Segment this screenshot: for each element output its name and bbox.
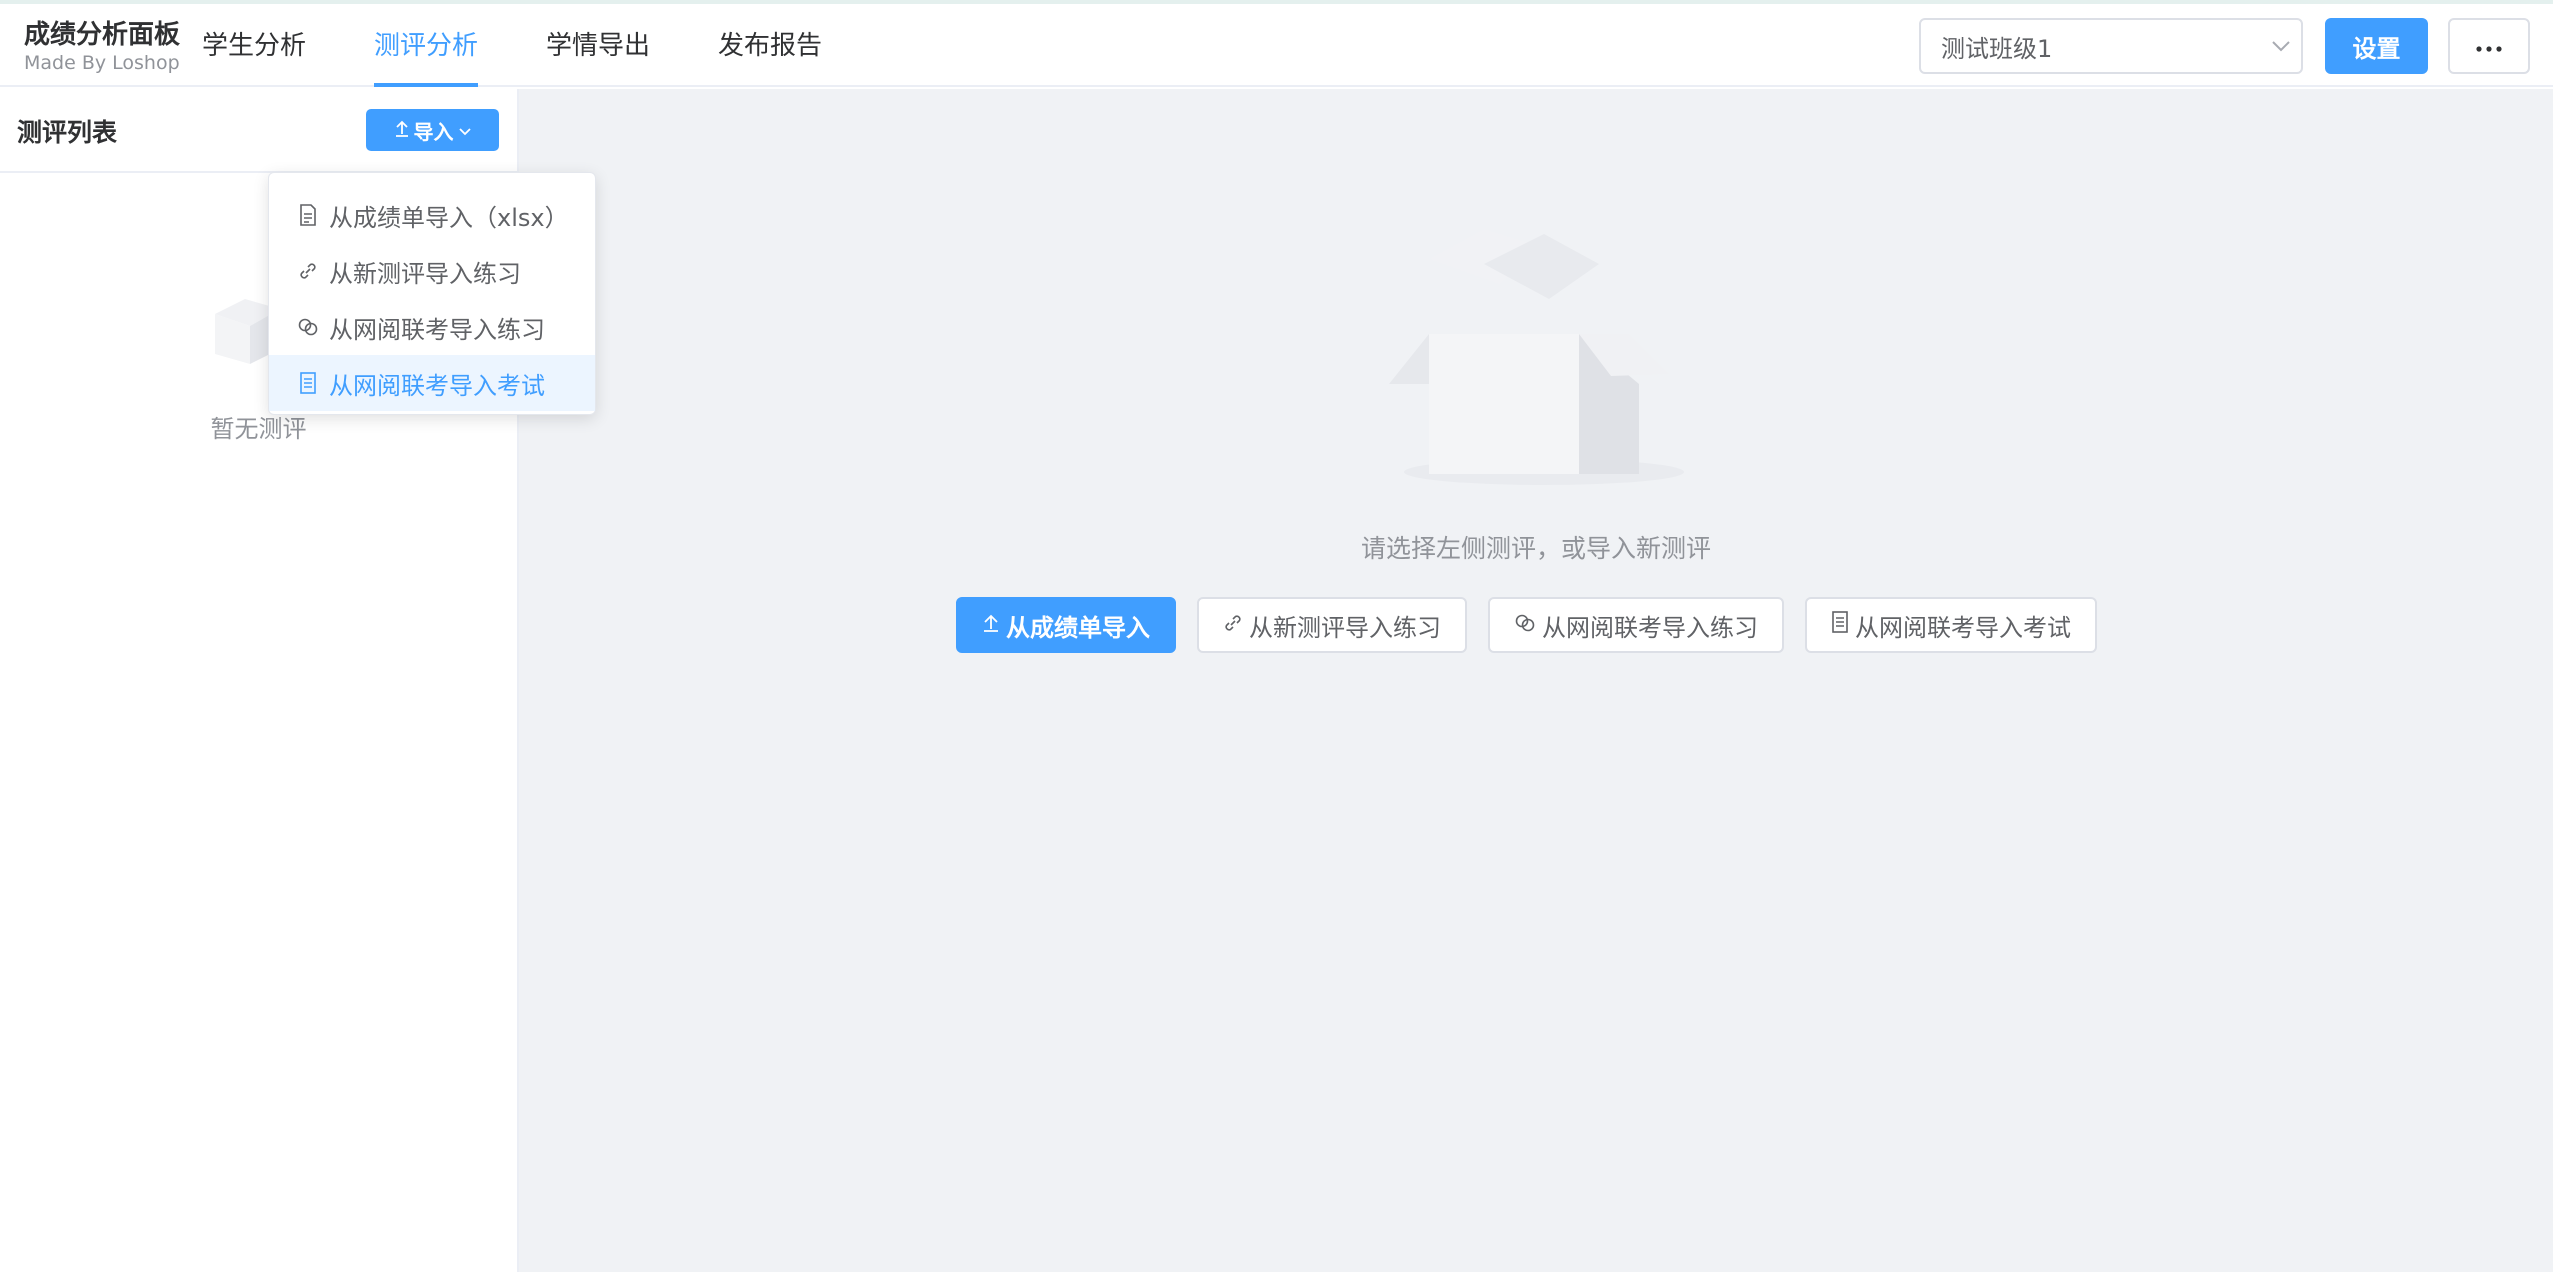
- link-icon: [1223, 611, 1243, 639]
- import-new-assessment-button[interactable]: 从新测评导入练习: [1197, 597, 1467, 653]
- import-button-label: 导入: [413, 119, 454, 144]
- brand-title: 成绩分析面板: [24, 20, 181, 50]
- action-label: 从成绩单导入: [1006, 613, 1150, 642]
- dropdown-item-import-xlsx[interactable]: 从成绩单导入（xlsx）: [269, 187, 595, 243]
- import-dropdown-button[interactable]: 导入: [366, 109, 499, 151]
- nav-tab-student-analysis[interactable]: 学生分析: [202, 4, 306, 87]
- import-joint-exam-button[interactable]: 从网阅联考导入考试: [1805, 597, 2097, 653]
- dropdown-item-import-joint-practice[interactable]: 从网阅联考导入练习: [269, 299, 595, 355]
- empty-box-illustration: [1389, 204, 1709, 494]
- class-select[interactable]: 测试班级1: [1919, 18, 2303, 74]
- dropdown-item-label: 从成绩单导入（xlsx）: [329, 203, 569, 232]
- brand: 成绩分析面板 Made By Loshop: [24, 18, 180, 74]
- action-label: 从新测评导入练习: [1249, 613, 1441, 642]
- import-dropdown-menu: 从成绩单导入（xlsx） 从新测评导入练习 从网阅联考导入练习 从网阅联考导入考…: [268, 172, 596, 415]
- action-label: 从网阅联考导入练习: [1542, 613, 1758, 642]
- more-dots-icon: [2476, 37, 2502, 56]
- dropdown-item-import-new-assessment[interactable]: 从新测评导入练习: [269, 243, 595, 299]
- nav-tab-assessment-analysis[interactable]: 测评分析: [374, 4, 479, 87]
- import-xlsx-button[interactable]: 从成绩单导入: [956, 597, 1176, 653]
- connection-icon: [1514, 611, 1536, 639]
- link-icon: [297, 260, 319, 282]
- upload-icon: [982, 611, 1000, 639]
- import-joint-practice-button[interactable]: 从网阅联考导入练习: [1488, 597, 1784, 653]
- document-icon: [297, 204, 319, 226]
- action-label: 从网阅联考导入考试: [1855, 613, 2071, 642]
- app-header: 成绩分析面板 Made By Loshop 学生分析 测评分析 学情导出 发布报…: [0, 4, 2553, 87]
- class-select-value: 测试班级1: [1941, 34, 2053, 63]
- more-button[interactable]: [2448, 18, 2530, 74]
- nav-tab-publish-report[interactable]: 发布报告: [718, 4, 822, 87]
- dropdown-item-label: 从网阅联考导入考试: [329, 371, 545, 400]
- dropdown-item-label: 从新测评导入练习: [329, 259, 521, 288]
- tickets-icon: [1831, 611, 1849, 639]
- chevron-down-icon: [458, 118, 472, 142]
- sidebar-title: 测评列表: [17, 118, 118, 147]
- import-actions: 从成绩单导入 从新测评导入练习 从网阅联考导入练习 从网阅联考导入考试: [956, 597, 2097, 653]
- sidebar-header: 测评列表 导入: [0, 89, 517, 173]
- chevron-down-icon: [2261, 18, 2301, 74]
- nav-tab-learning-export[interactable]: 学情导出: [546, 4, 650, 87]
- main-empty-text: 请选择左侧测评，或导入新测评: [1360, 534, 1711, 563]
- main-content: 请选择左侧测评，或导入新测评 从成绩单导入 从新测评导入练习 从网阅联考导入练习…: [519, 89, 2553, 1272]
- upload-icon: [394, 118, 410, 142]
- dropdown-item-label: 从网阅联考导入练习: [329, 315, 545, 344]
- brand-subtitle: Made By Loshop: [24, 52, 180, 74]
- main-nav: 学生分析 测评分析 学情导出 发布报告: [202, 4, 890, 87]
- dropdown-item-import-joint-exam[interactable]: 从网阅联考导入考试: [269, 355, 595, 411]
- tickets-icon: [297, 372, 319, 394]
- settings-button[interactable]: 设置: [2325, 18, 2428, 74]
- connection-icon: [297, 316, 319, 338]
